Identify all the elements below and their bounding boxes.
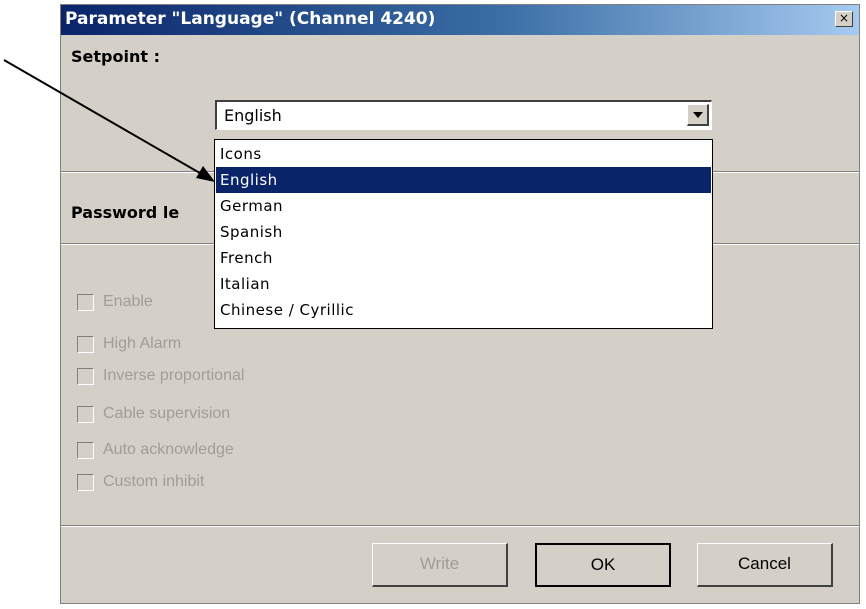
dropdown-option[interactable]: Italian bbox=[216, 271, 711, 297]
password-level-label: Password le bbox=[71, 203, 180, 222]
dropdown-option[interactable]: Chinese / Cyrillic bbox=[216, 297, 711, 323]
checkbox-label: Inverse proportional bbox=[103, 367, 245, 384]
dropdown-button[interactable] bbox=[687, 104, 709, 126]
close-icon: × bbox=[838, 11, 850, 25]
dropdown-option[interactable]: French bbox=[216, 245, 711, 271]
parameter-dialog: Parameter "Language" (Channel 4240) × Se… bbox=[60, 4, 860, 604]
dropdown-option[interactable]: Spanish bbox=[216, 219, 711, 245]
checkbox-label: Custom inhibit bbox=[103, 473, 205, 490]
chevron-down-icon bbox=[693, 112, 703, 118]
checkbox-box[interactable] bbox=[77, 406, 94, 423]
checkbox-label: Cable supervision bbox=[103, 405, 231, 422]
checkbox-box[interactable] bbox=[77, 336, 94, 353]
write-button[interactable]: Write bbox=[372, 543, 508, 587]
checkbox-box[interactable] bbox=[77, 474, 94, 491]
close-button[interactable]: × bbox=[835, 11, 853, 27]
ok-button[interactable]: OK bbox=[535, 543, 671, 587]
title-bar[interactable]: Parameter "Language" (Channel 4240) × bbox=[61, 5, 859, 35]
setpoint-label: Setpoint : bbox=[71, 47, 160, 66]
language-select[interactable]: English bbox=[215, 100, 712, 130]
checkbox-label: High Alarm bbox=[103, 335, 182, 352]
separator-bottom bbox=[61, 525, 859, 527]
language-dropdown-list[interactable]: Icons English German Spanish French Ital… bbox=[214, 139, 713, 329]
checkbox-label: Enable bbox=[103, 293, 153, 310]
checkbox-box[interactable] bbox=[77, 368, 94, 385]
language-select-value: English bbox=[224, 106, 282, 125]
checkbox-box[interactable] bbox=[77, 294, 94, 311]
dropdown-option[interactable]: Icons bbox=[216, 141, 711, 167]
window-title: Parameter "Language" (Channel 4240) bbox=[65, 9, 436, 29]
checkbox-box[interactable] bbox=[77, 442, 94, 459]
cancel-button[interactable]: Cancel bbox=[697, 543, 833, 587]
dropdown-option[interactable]: German bbox=[216, 193, 711, 219]
dropdown-option-selected[interactable]: English bbox=[216, 167, 711, 193]
checkbox-label: Auto acknowledge bbox=[103, 441, 234, 458]
